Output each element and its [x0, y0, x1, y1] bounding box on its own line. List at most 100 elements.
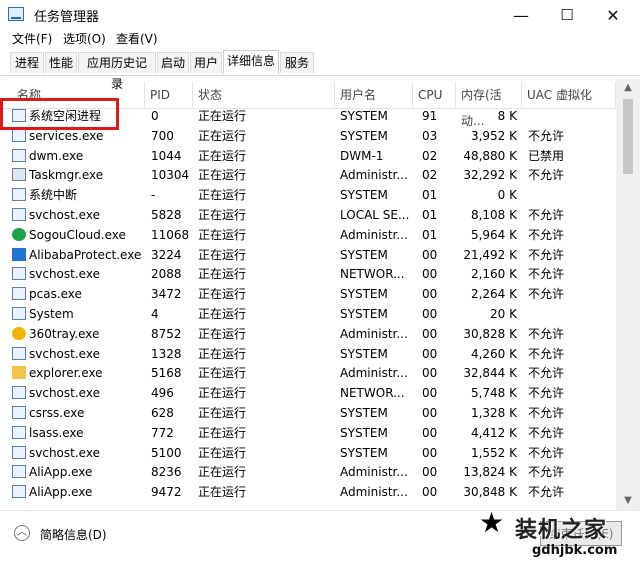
table-row[interactable]: SogouCloud.exe 11068 正在运行 Administr... 01 5,9…	[0, 225, 616, 245]
table-row[interactable]: csrss.exe 628 正在运行 SYSTEM 00 1,328 K 不允许	[0, 403, 616, 423]
cell-memory: 1,328 K	[470, 406, 517, 420]
tab-details[interactable]: 详细信息	[223, 50, 279, 74]
cell-pid: 1328	[151, 346, 182, 361]
tab-users[interactable]: 用户	[190, 52, 222, 73]
cell-pid: 3472	[151, 287, 182, 302]
title-bar: 任务管理器 — ☐ ✕	[0, 0, 640, 30]
cell-cpu: 00	[422, 366, 438, 381]
cell-uac: 不允许	[528, 227, 565, 242]
table-row[interactable]: System 4 正在运行 SYSTEM 00 20 K	[0, 304, 616, 324]
cell-name: pcas.exe	[29, 287, 82, 302]
menu-view[interactable]: 查看(V)	[116, 30, 158, 48]
table-row[interactable]: 系统中断 - 正在运行 SYSTEM 01 0 K	[0, 185, 616, 205]
column-pid[interactable]: PID	[145, 82, 193, 108]
table-row[interactable]: pcas.exe 3472 正在运行 SYSTEM 00 2,264 K 不允许	[0, 284, 616, 304]
tab-processes[interactable]: 进程	[10, 52, 44, 73]
cell-uac	[528, 304, 616, 324]
cell-status: 正在运行	[198, 445, 247, 460]
cell-name: lsass.exe	[29, 425, 84, 440]
table-row[interactable]: AlibabaProtect.exe 3224 正在运行 SYSTEM 00 21,492…	[0, 245, 616, 265]
cell-pid: 628	[151, 406, 174, 420]
window-icon	[12, 425, 26, 439]
cell-pid: 8236	[151, 465, 182, 480]
minimize-button[interactable]: —	[498, 0, 544, 30]
cell-pid: 0	[151, 109, 159, 123]
cell-name: AliApp.exe	[29, 485, 93, 500]
table-row[interactable]: lsass.exe 772 正在运行 SYSTEM 00 4,412 K 不允许	[0, 423, 616, 443]
table-row[interactable]: AliApp.exe 8236 正在运行 Administr... 00 13,824 K…	[0, 462, 616, 482]
column-user[interactable]: 用户名	[335, 82, 413, 108]
watermark-brand: 装机之家	[515, 518, 608, 543]
cell-status: 正在运行	[198, 307, 247, 321]
table-row[interactable]: explorer.exe 5168 正在运行 Administr... 00 32,844…	[0, 363, 616, 383]
tab-services[interactable]: 服务	[280, 52, 314, 73]
vertical-scrollbar[interactable]: ▲ ▼	[616, 79, 640, 510]
table-row[interactable]: svchost.exe 496 正在运行 NETWOR... 00 5,748 K 不允许	[0, 383, 616, 403]
cell-status: 正在运行	[198, 425, 247, 440]
fewer-details-link[interactable]: 简略信息(D)	[40, 526, 107, 543]
scroll-thumb[interactable]	[623, 99, 633, 174]
column-memory[interactable]: 内存(活动...	[456, 82, 522, 128]
cell-uac: 不允许	[528, 208, 565, 222]
window-icon	[12, 128, 26, 142]
cell-cpu: 00	[422, 307, 438, 321]
cell-user: SYSTEM	[340, 188, 388, 203]
cell-memory: 4,260 K	[470, 346, 517, 361]
cell-user: SYSTEM	[340, 406, 388, 420]
watermark: ★ 装机之家 gdhjbk.com	[477, 505, 640, 565]
column-cpu[interactable]: CPU	[413, 82, 456, 108]
window-icon	[12, 188, 26, 202]
cell-pid: 772	[151, 425, 174, 440]
cell-cpu: 00	[422, 247, 438, 262]
cell-status: 正在运行	[198, 406, 247, 420]
cell-uac: 不允许	[528, 485, 565, 500]
column-uac[interactable]: UAC 虚拟化	[522, 82, 616, 108]
cell-memory: 0 K	[497, 188, 517, 203]
cell-user: NETWOR...	[340, 386, 405, 401]
maximize-button[interactable]: ☐	[544, 0, 590, 30]
table-row[interactable]: svchost.exe 2088 正在运行 NETWOR... 00 2,160 K 不允许	[0, 264, 616, 284]
cell-pid: 8752	[151, 326, 182, 341]
window-icon	[12, 465, 26, 479]
cell-name: AliApp.exe	[29, 465, 93, 480]
table-row[interactable]: svchost.exe 5100 正在运行 SYSTEM 00 1,552 K 不允许	[0, 443, 616, 463]
cell-cpu: 03	[422, 128, 438, 143]
cell-status: 正在运行	[198, 485, 247, 500]
cell-memory: 32,292 K	[463, 168, 517, 183]
table-row[interactable]: svchost.exe 1328 正在运行 SYSTEM 00 4,260 K 不允许	[0, 344, 616, 364]
cell-memory: 13,824 K	[463, 465, 517, 480]
menu-options[interactable]: 选项(O)	[63, 30, 106, 48]
column-status[interactable]: 状态	[193, 82, 335, 108]
cell-uac: 不允许	[528, 287, 565, 302]
cell-cpu: 00	[422, 346, 438, 361]
cell-user: Administr...	[340, 168, 408, 183]
cell-status: 正在运行	[198, 287, 247, 302]
scroll-up-icon[interactable]: ▲	[616, 79, 640, 97]
cell-memory: 4,412 K	[470, 425, 517, 440]
cell-user: SYSTEM	[340, 445, 388, 460]
table-row[interactable]: svchost.exe 5828 正在运行 LOCAL SE... 01 8,108 K 不…	[0, 205, 616, 225]
tab-performance[interactable]: 性能	[45, 52, 77, 73]
alibaba-icon	[12, 247, 26, 261]
cell-name: SogouCloud.exe	[29, 227, 126, 242]
tab-app-history[interactable]: 应用历史记录	[78, 52, 156, 91]
table-row[interactable]: AliApp.exe 9472 正在运行 Administr... 00 30,848 K…	[0, 482, 616, 502]
cell-pid: 496	[151, 386, 174, 401]
table-row[interactable]: dwm.exe 1044 正在运行 DWM-1 02 48,880 K 已禁用	[0, 146, 616, 166]
close-button[interactable]: ✕	[590, 0, 636, 30]
task-manager-icon	[8, 7, 24, 21]
cell-status: 正在运行	[198, 346, 247, 361]
menu-file[interactable]: 文件(F)	[12, 30, 52, 48]
table-row[interactable]: 360tray.exe 8752 正在运行 Administr... 00 30,828 …	[0, 324, 616, 344]
cell-pid: 5100	[151, 445, 182, 460]
menu-bar: 文件(F) 选项(O) 查看(V)	[0, 30, 640, 50]
cell-uac: 不允许	[528, 128, 565, 143]
cell-user: SYSTEM	[340, 287, 388, 302]
cell-name: svchost.exe	[29, 445, 100, 460]
chevron-up-icon[interactable]: ︿	[14, 525, 30, 541]
window-icon	[12, 485, 26, 499]
tab-startup[interactable]: 启动	[157, 52, 189, 73]
table-row[interactable]: Taskmgr.exe 10304 正在运行 Administr... 02 32,292…	[0, 165, 616, 185]
details-table: 名称 PID 状态 用户名 CPU 内存(活动... UAC 虚拟化 系统空闲进…	[0, 79, 640, 510]
cell-pid: 9472	[151, 485, 182, 500]
